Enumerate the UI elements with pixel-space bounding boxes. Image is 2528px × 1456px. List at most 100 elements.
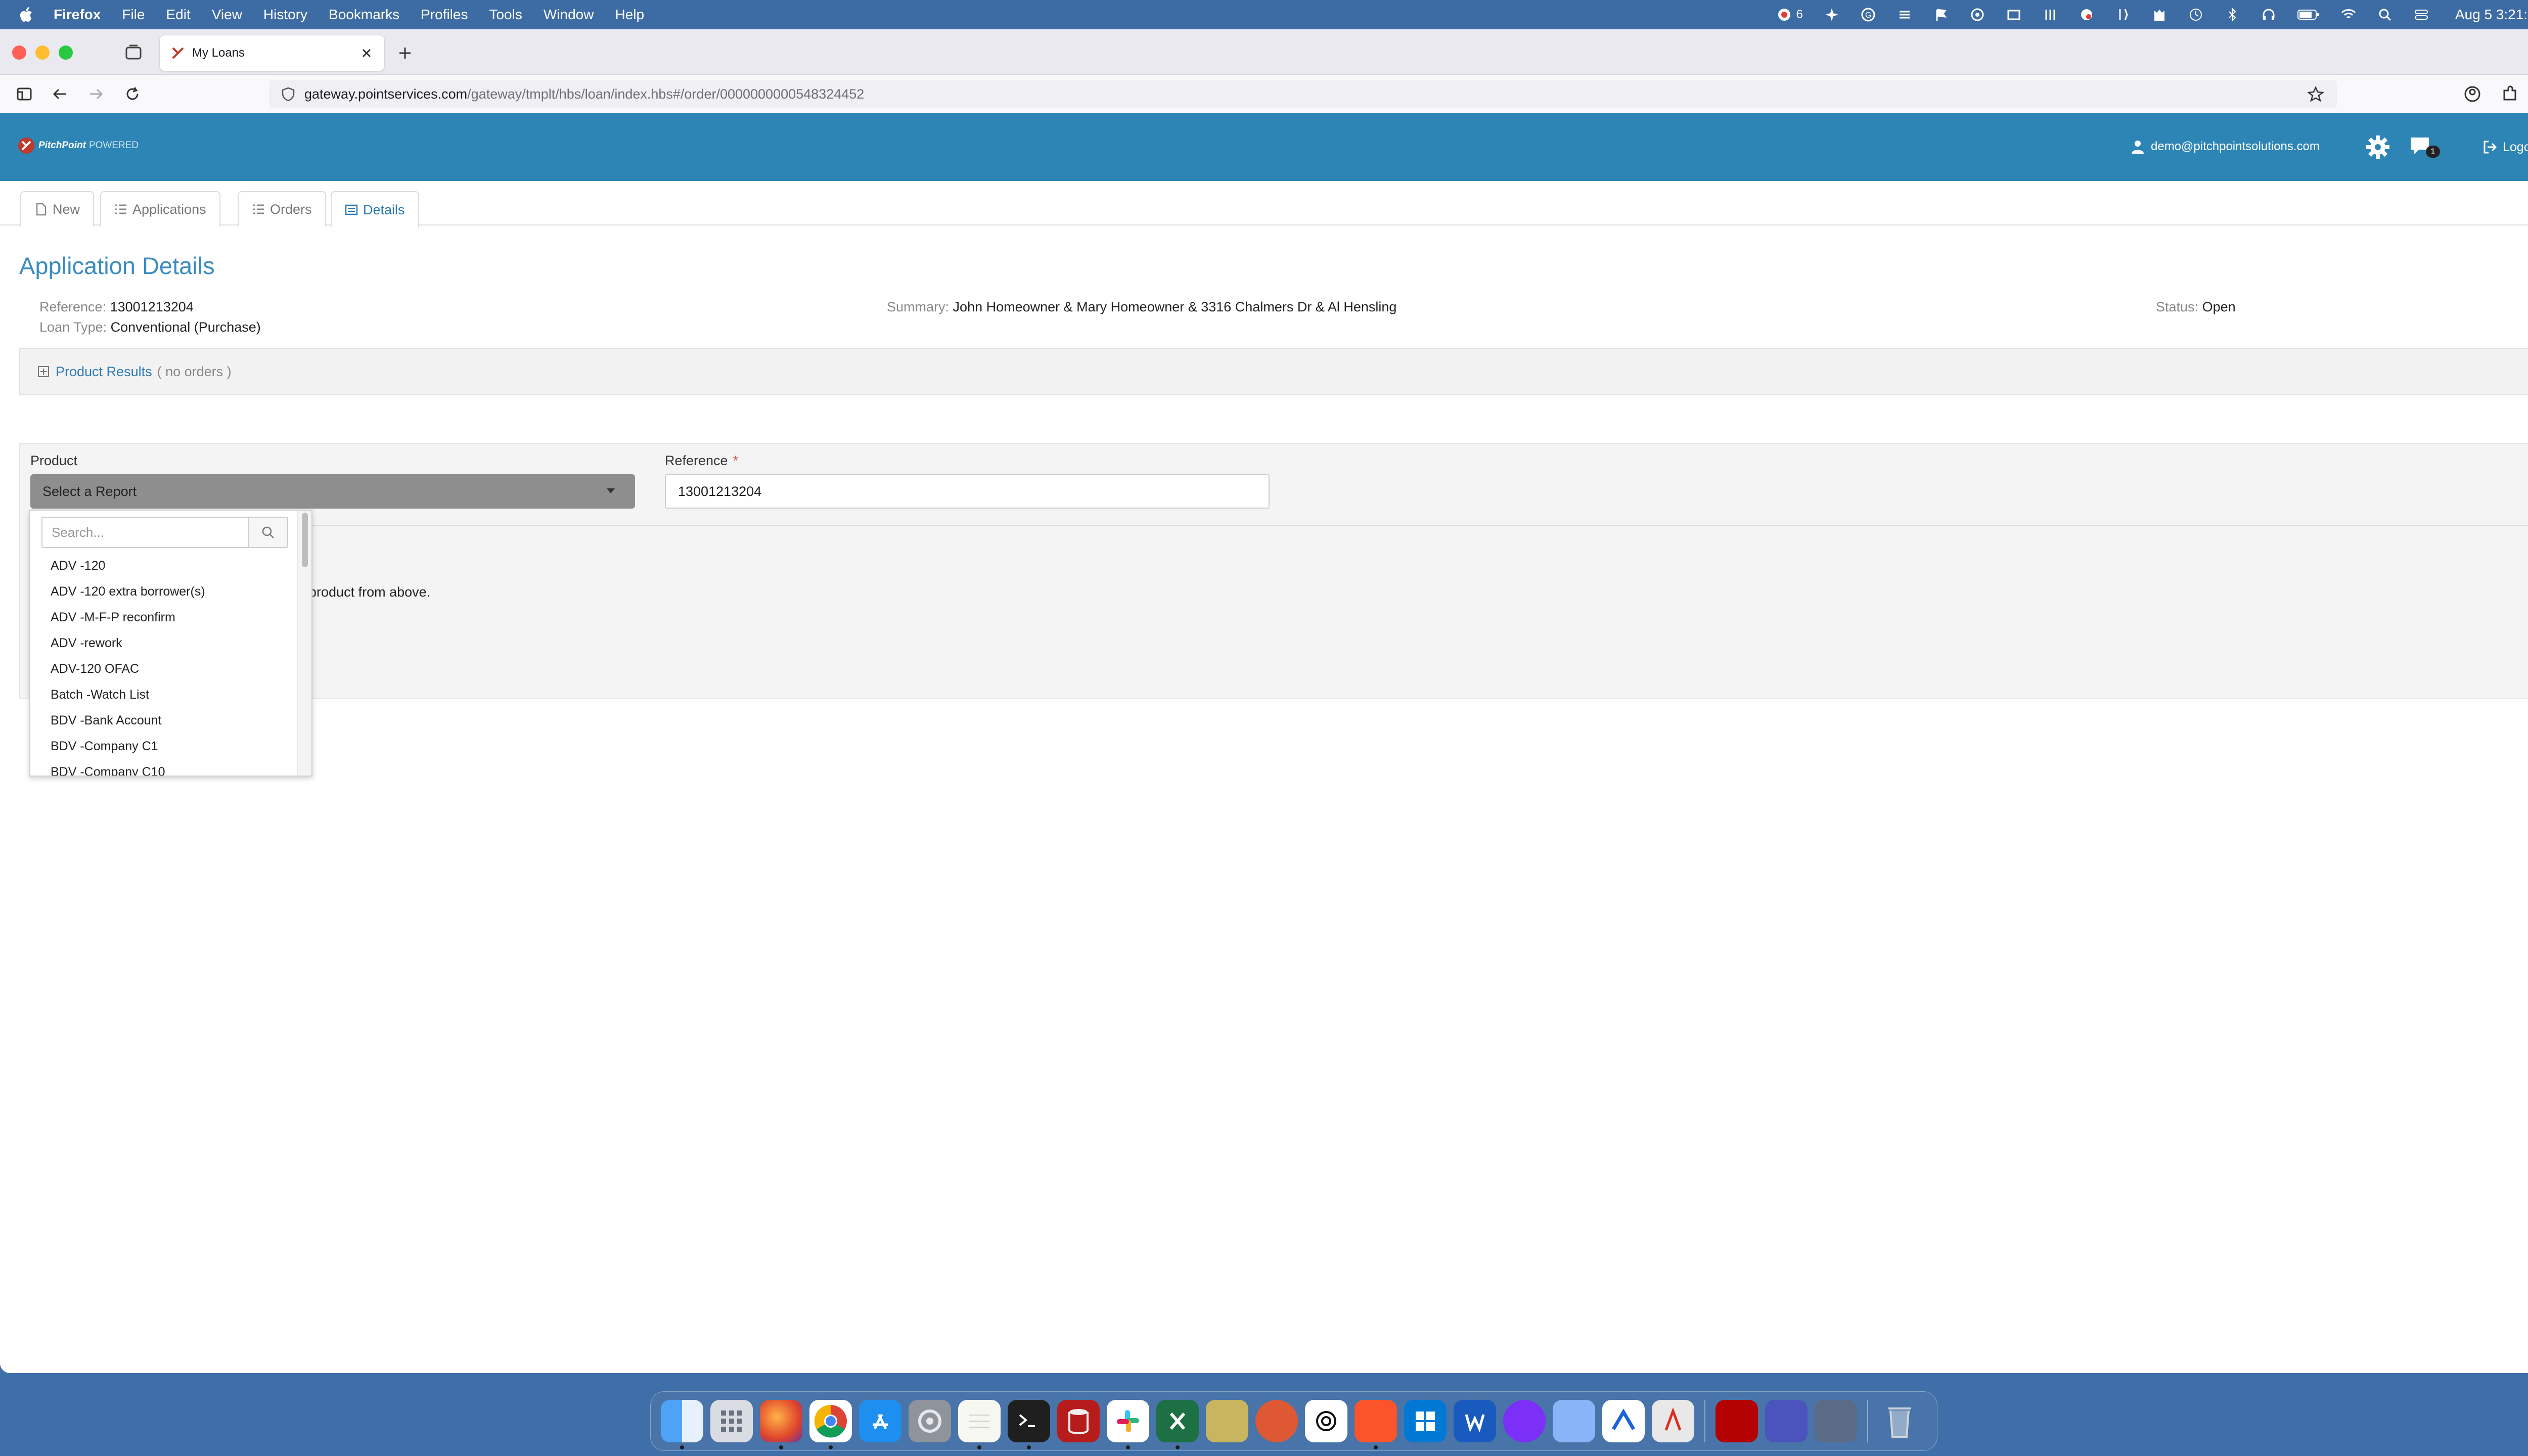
menu-history[interactable]: History [263, 7, 307, 23]
battery-icon[interactable] [2297, 7, 2320, 22]
report-option[interactable]: ADV -rework [30, 630, 298, 656]
extensions-icon[interactable] [2501, 85, 2519, 103]
report-option[interactable]: ADV -M-F-P reconfirm [30, 605, 298, 630]
time-machine-icon[interactable] [2188, 7, 2203, 22]
menu-view[interactable]: View [212, 7, 242, 23]
sparkle-icon[interactable] [1824, 7, 1839, 22]
account-icon[interactable] [2463, 85, 2481, 103]
menu-bookmarks[interactable]: Bookmarks [329, 7, 399, 23]
site-info-lock-icon[interactable] [281, 87, 295, 102]
product-results-link[interactable]: Product Results [56, 364, 152, 380]
reference-input[interactable] [665, 474, 1270, 509]
sync-icon[interactable] [1897, 7, 1912, 22]
dropdown-scrollbar[interactable] [297, 511, 311, 776]
window-zoom-button[interactable] [59, 46, 73, 60]
report-search-input[interactable] [41, 517, 249, 548]
report-option[interactable]: ADV -120 [30, 553, 298, 579]
tab-list-icon[interactable] [124, 43, 143, 62]
report-option[interactable]: Batch -Watch List [30, 682, 298, 708]
report-option[interactable]: ADV -120 extra borrower(s) [30, 579, 298, 605]
fork-knife-icon[interactable] [2115, 7, 2131, 22]
terminal-icon[interactable] [1008, 1400, 1050, 1449]
chat-messages-icon[interactable]: 1 [2409, 135, 2440, 162]
firefox-icon[interactable] [760, 1400, 802, 1449]
system-settings-icon[interactable] [909, 1400, 951, 1442]
acrobat-icon[interactable] [1652, 1400, 1694, 1442]
report-option[interactable]: BDV -Bank Account [30, 708, 298, 734]
duckduckgo-icon[interactable] [1255, 1400, 1298, 1442]
brave-icon[interactable] [1355, 1400, 1397, 1449]
loan-type-label: Loan Type: [39, 320, 107, 335]
finder-icon[interactable] [661, 1400, 703, 1449]
disk-utility-icon[interactable] [1815, 1400, 1857, 1442]
forward-arrow-icon[interactable] [87, 85, 105, 103]
headphones-icon[interactable] [2261, 7, 2276, 22]
app-store-icon[interactable] [859, 1400, 901, 1442]
running-indicator [829, 1445, 833, 1449]
notes-icon[interactable] [958, 1400, 1001, 1449]
screen-record-icon[interactable] [1777, 7, 1792, 22]
flag-icon[interactable] [1933, 7, 1949, 22]
launchpad-icon[interactable] [710, 1400, 753, 1442]
word-icon[interactable] [1454, 1400, 1496, 1442]
photo-app-icon[interactable] [1206, 1400, 1248, 1442]
arc-icon[interactable] [1503, 1400, 1546, 1442]
user-account-menu[interactable]: demo@pitchpointsolutions.com [2131, 140, 2320, 154]
report-option[interactable]: BDV -Company C10 [30, 759, 298, 776]
pitchpoint-logo[interactable]: PitchPoint POWERED [17, 136, 139, 155]
chatgpt-icon[interactable] [1305, 1400, 1347, 1442]
tab-details[interactable]: Details [331, 191, 419, 228]
equalizer-icon[interactable] [2043, 7, 2058, 22]
menu-app-name[interactable]: Firefox [54, 7, 101, 23]
logout-label: Logout [2503, 140, 2528, 154]
menu-window[interactable]: Window [544, 7, 594, 23]
search-button[interactable] [248, 517, 288, 548]
target-icon[interactable] [1970, 7, 1985, 22]
gear-icon[interactable] [2365, 134, 2390, 160]
tab-orders[interactable]: Orders [238, 191, 326, 226]
menu-bar-clock[interactable]: Aug 5 3:21:02 PM [2455, 7, 2528, 23]
tab-new[interactable]: New [20, 191, 95, 226]
report-option[interactable]: BDV -Company C1 [30, 734, 298, 759]
chrome-icon[interactable] [809, 1400, 852, 1449]
filezilla-icon[interactable] [1716, 1400, 1758, 1442]
menu-edit[interactable]: Edit [166, 7, 190, 23]
trash-icon[interactable] [1878, 1400, 1921, 1442]
bookmark-star-icon[interactable] [2307, 85, 2325, 102]
product-select[interactable]: Select a Report [30, 474, 635, 509]
bluetooth-icon[interactable] [2225, 7, 2240, 22]
window-close-button[interactable] [12, 46, 26, 60]
close-tab-icon[interactable] [360, 47, 373, 60]
new-tab-icon[interactable] [396, 44, 414, 62]
wifi-icon[interactable] [2341, 7, 2356, 22]
database-icon[interactable] [1057, 1400, 1100, 1442]
tab-applications[interactable]: Applications [100, 191, 220, 226]
browser-tab-my-loans[interactable]: My Loans [160, 35, 384, 71]
menu-tools[interactable]: Tools [489, 7, 522, 23]
report-option[interactable]: ADV-120 OFAC [30, 656, 298, 682]
expand-plus-icon[interactable] [37, 366, 50, 378]
window-minimize-button[interactable] [35, 46, 50, 60]
back-arrow-icon[interactable] [51, 85, 69, 103]
spotlight-search-icon[interactable] [2377, 7, 2392, 22]
sidebar-toggle-icon[interactable] [15, 85, 33, 103]
castle-icon[interactable] [2152, 7, 2167, 22]
nova-icon[interactable] [1602, 1400, 1645, 1442]
teams-icon[interactable] [1765, 1400, 1808, 1442]
menu-profiles[interactable]: Profiles [421, 7, 468, 23]
menu-help[interactable]: Help [615, 7, 644, 23]
control-center-icon[interactable] [2414, 7, 2429, 22]
menu-file[interactable]: File [122, 7, 145, 23]
clapper-icon[interactable] [2006, 7, 2021, 22]
apple-menu-icon[interactable] [20, 6, 38, 24]
slack-icon[interactable] [1107, 1400, 1149, 1449]
url-bar[interactable]: gateway.pointservices.com /gateway/tmplt… [269, 80, 2337, 108]
windows-app-icon[interactable] [1404, 1400, 1447, 1442]
reload-icon[interactable] [123, 85, 142, 103]
tea-icon[interactable] [2079, 7, 2094, 22]
logout-button[interactable]: Logout [2482, 140, 2528, 155]
grammarly-icon[interactable]: G [1861, 7, 1876, 22]
excel-icon[interactable] [1156, 1400, 1199, 1449]
contacts-icon[interactable] [1553, 1400, 1595, 1442]
dropdown-scrollbar-thumb[interactable] [302, 513, 308, 567]
